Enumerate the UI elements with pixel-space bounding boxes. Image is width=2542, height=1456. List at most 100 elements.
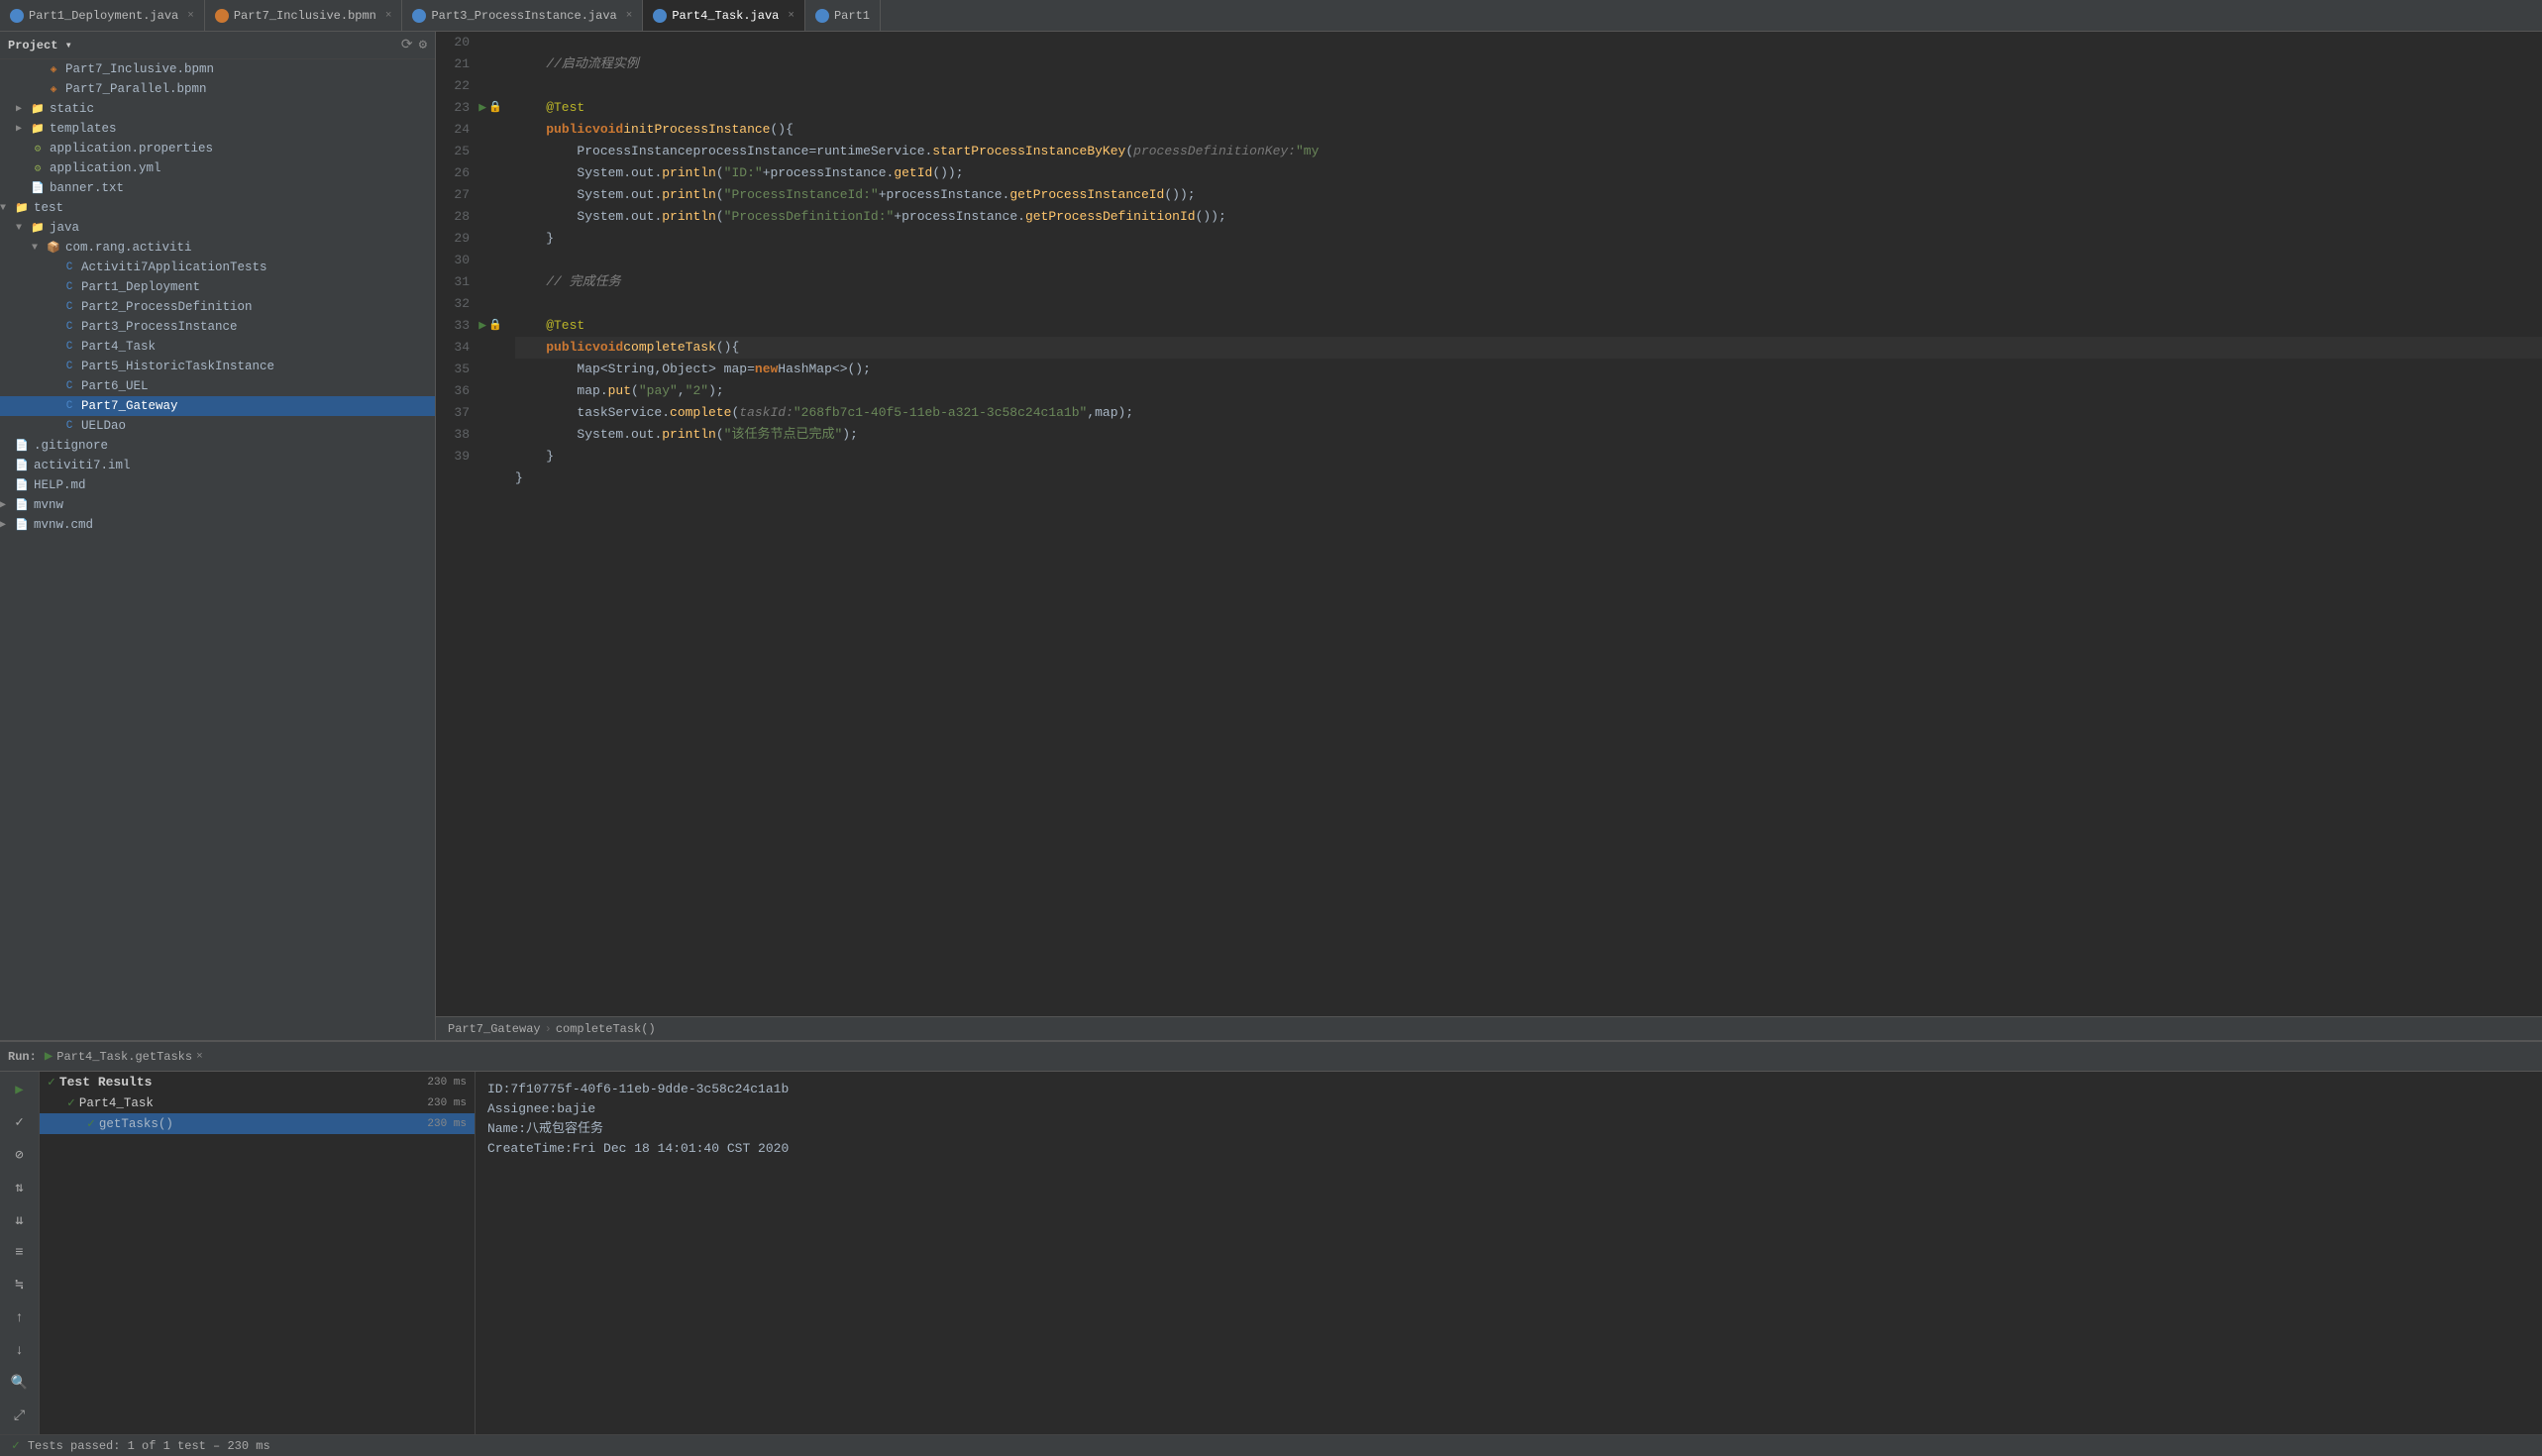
java-icon bbox=[10, 9, 24, 23]
test-output-panel: ID:7f10775f-40f6-11eb-9dde-3c58c24c1a1b … bbox=[476, 1072, 2542, 1434]
tab-close-btn[interactable]: × bbox=[187, 10, 194, 22]
script-icon: 📄 bbox=[14, 517, 30, 533]
run-down-btn[interactable]: ↓ bbox=[7, 1338, 33, 1363]
tree-item-com-rang-activiti[interactable]: ▼ 📦 com.rang.activiti bbox=[0, 238, 435, 258]
sidebar-toolbar: ⟳ ⚙ bbox=[401, 37, 427, 53]
yml-icon: ⚙ bbox=[30, 160, 46, 176]
tab-part3-processinstance[interactable]: Part3_ProcessInstance.java × bbox=[402, 0, 643, 31]
tree-item-gitignore[interactable]: 📄 .gitignore bbox=[0, 436, 435, 456]
comment-text: //启动流程实例 bbox=[515, 53, 639, 75]
tree-item-application-yml[interactable]: ⚙ application.yml bbox=[0, 158, 435, 178]
tree-item-part6-uel[interactable]: C Part6_UEL bbox=[0, 376, 435, 396]
tree-item-mvnw[interactable]: ▶ 📄 mvnw bbox=[0, 495, 435, 515]
test-result-part4-task[interactable]: ✓ Part4_Task 230 ms bbox=[40, 1092, 475, 1113]
tab-part7-inclusive[interactable]: Part7_Inclusive.bpmn × bbox=[205, 0, 403, 31]
tree-item-part7-inclusive-bpmn[interactable]: ◈ Part7_Inclusive.bpmn bbox=[0, 59, 435, 79]
tree-item-help-md[interactable]: 📄 HELP.md bbox=[0, 475, 435, 495]
tree-item-part4-task[interactable]: C Part4_Task bbox=[0, 337, 435, 357]
breadcrumb-sep: › bbox=[545, 1022, 552, 1036]
tab-part4-task[interactable]: Part4_Task.java × bbox=[643, 0, 805, 31]
tree-item-part2-processdefinition[interactable]: C Part2_ProcessDefinition bbox=[0, 297, 435, 317]
tree-item-application-properties[interactable]: ⚙ application.properties bbox=[0, 139, 435, 158]
code-line-35: Map < String , Object > map= new HashMap… bbox=[515, 359, 2542, 380]
folder-icon: 📁 bbox=[30, 121, 46, 137]
status-check-icon: ✓ bbox=[12, 1438, 20, 1453]
run-align-btn[interactable]: ≡ bbox=[7, 1241, 33, 1266]
folder-icon: 📁 bbox=[30, 101, 46, 117]
run-test-icon2[interactable]: ▶ bbox=[478, 315, 486, 337]
tab-close-btn[interactable]: × bbox=[788, 10, 794, 22]
tree-item-part1-deployment[interactable]: C Part1_Deployment bbox=[0, 277, 435, 297]
sync-icon[interactable]: ⟳ bbox=[401, 37, 413, 53]
tree-item-ueldao[interactable]: C UELDao bbox=[0, 416, 435, 436]
tree-item-label: .gitignore bbox=[34, 439, 108, 453]
run-filter-btn[interactable]: ⇊ bbox=[7, 1208, 33, 1233]
tab-label: Part1_Deployment.java bbox=[29, 9, 178, 23]
tree-item-part7-gateway[interactable]: C Part7_Gateway bbox=[0, 396, 435, 416]
main-area: Project ▾ ⟳ ⚙ ◈ Part7_Inclusive.bpmn ◈ P… bbox=[0, 32, 2542, 1040]
run-search-btn[interactable]: 🔍 bbox=[7, 1371, 33, 1396]
test-result-gettasks[interactable]: ✓ getTasks() 230 ms bbox=[40, 1113, 475, 1134]
code-line-22 bbox=[515, 75, 2542, 97]
run-rerun-btn[interactable]: ✓ bbox=[7, 1110, 33, 1135]
comment-text2: // 完成任务 bbox=[515, 271, 621, 293]
txt-icon: 📄 bbox=[30, 180, 46, 196]
java-icon bbox=[653, 9, 667, 23]
code-editor: 20 21 22 23 24 25 26 27 28 29 30 31 32 3… bbox=[436, 32, 2542, 1040]
tree-item-templates[interactable]: ▶ 📁 templates bbox=[0, 119, 435, 139]
output-line-4: CreateTime:Fri Dec 18 14:01:40 CST 2020 bbox=[487, 1139, 2530, 1159]
tree-item-static[interactable]: ▶ 📁 static bbox=[0, 99, 435, 119]
chevron-right-icon: ▶ bbox=[0, 519, 14, 531]
tree-item-test[interactable]: ▼ 📁 test bbox=[0, 198, 435, 218]
java-class-icon: C bbox=[61, 418, 77, 434]
time-badge: 230 ms bbox=[427, 1118, 467, 1130]
annotation-test: @Test bbox=[515, 97, 584, 119]
tab-bar: Part1_Deployment.java × Part7_Inclusive.… bbox=[0, 0, 2542, 32]
code-area[interactable]: //启动流程实例 @Test public void initProcessIn… bbox=[505, 32, 2542, 1016]
code-line-27: System .out. println ( "ProcessInstanceI… bbox=[515, 184, 2542, 206]
tab-close-btn[interactable]: × bbox=[626, 10, 633, 22]
run-up-btn[interactable]: ↑ bbox=[7, 1305, 33, 1330]
tab-close-btn[interactable]: × bbox=[385, 10, 392, 22]
test-result-root[interactable]: ✓ Test Results 230 ms bbox=[40, 1072, 475, 1092]
tree-item-label: com.rang.activiti bbox=[65, 241, 192, 255]
iml-icon: 📄 bbox=[14, 458, 30, 473]
test-status: Tests passed: 1 of 1 test – 230 ms bbox=[28, 1439, 270, 1453]
project-sidebar: Project ▾ ⟳ ⚙ ◈ Part7_Inclusive.bpmn ◈ P… bbox=[0, 32, 436, 1040]
run-close-btn[interactable]: × bbox=[196, 1051, 203, 1063]
code-line-36: map. put ( "pay" , "2" ); bbox=[515, 380, 2542, 402]
tree-item-activiti7-iml[interactable]: 📄 activiti7.iml bbox=[0, 456, 435, 475]
breadcrumb-method: completeTask() bbox=[556, 1022, 656, 1036]
run-test-icon[interactable]: ▶ bbox=[478, 97, 486, 119]
java-class-icon: C bbox=[61, 398, 77, 414]
tree-item-part5-historic[interactable]: C Part5_HistoricTaskInstance bbox=[0, 357, 435, 376]
tree-item-label: application.properties bbox=[50, 142, 213, 156]
run-export-btn[interactable]: ≒ bbox=[7, 1273, 33, 1298]
tree-item-label: activiti7.iml bbox=[34, 459, 131, 472]
run-tab-name: Part4_Task.getTasks bbox=[56, 1050, 192, 1064]
run-stop-btn[interactable]: ⊘ bbox=[7, 1143, 33, 1168]
tab-part1-deployment[interactable]: Part1_Deployment.java × bbox=[0, 0, 205, 31]
tree-item-label: Part7_Parallel.bpmn bbox=[65, 82, 207, 96]
tree-item-label: Part1_Deployment bbox=[81, 280, 200, 294]
tree-item-mvnw-cmd[interactable]: ▶ 📄 mvnw.cmd bbox=[0, 515, 435, 535]
breadcrumb: Part7_Gateway › completeTask() bbox=[436, 1016, 2542, 1040]
run-sort-btn[interactable]: ⇅ bbox=[7, 1176, 33, 1200]
tree-item-part7-parallel-bpmn[interactable]: ◈ Part7_Parallel.bpmn bbox=[0, 79, 435, 99]
tree-item-label: UELDao bbox=[81, 419, 126, 433]
tree-item-label: Part2_ProcessDefinition bbox=[81, 300, 253, 314]
tab-part1[interactable]: Part1 bbox=[805, 0, 881, 31]
tree-item-java[interactable]: ▼ 📁 java bbox=[0, 218, 435, 238]
tree-item-label: application.yml bbox=[50, 161, 161, 175]
java-class-icon: C bbox=[61, 260, 77, 275]
code-line-25: ProcessInstance processInstance=runtimeS… bbox=[515, 141, 2542, 162]
settings-icon[interactable]: ⚙ bbox=[419, 37, 427, 53]
chevron-right-icon: ▶ bbox=[0, 499, 14, 511]
tree-item-part3-processinstance[interactable]: C Part3_ProcessInstance bbox=[0, 317, 435, 337]
run-expand-btn[interactable]: ⤢ bbox=[7, 1404, 33, 1428]
tree-item-banner-txt[interactable]: 📄 banner.txt bbox=[0, 178, 435, 198]
editor-content: 20 21 22 23 24 25 26 27 28 29 30 31 32 3… bbox=[436, 32, 2542, 1016]
run-tab[interactable]: ▶ Part4_Task.getTasks × bbox=[45, 1048, 203, 1065]
tree-item-activiti7-tests[interactable]: C Activiti7ApplicationTests bbox=[0, 258, 435, 277]
run-play-btn[interactable]: ▶ bbox=[7, 1078, 33, 1102]
